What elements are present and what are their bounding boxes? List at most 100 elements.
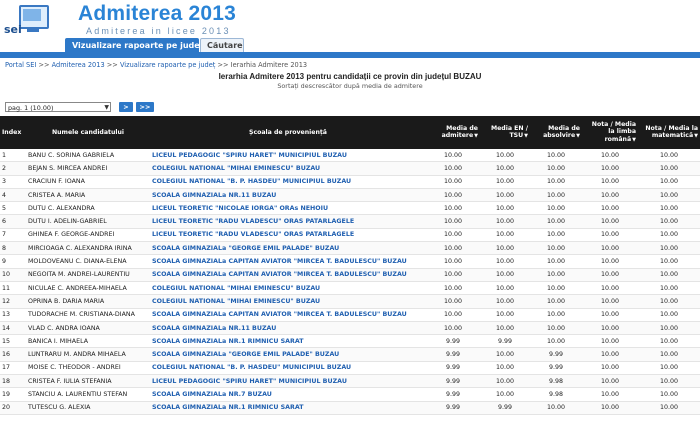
cell-nota-romana: 10.00 [582, 321, 638, 336]
cell-nota-mate: 10.00 [638, 321, 700, 336]
cell-index: 7 [0, 228, 26, 243]
cell-media-en: 10.00 [480, 161, 530, 176]
cell-school-link[interactable]: LICEUL PEDAGOGIC "SPIRU HARET" MUNICIPIU… [150, 149, 426, 163]
col-school-header: Școala de proveniență [248, 128, 327, 136]
breadcrumb: Portal SEI >> Admiterea 2013 >> Vizualiz… [5, 61, 307, 69]
cell-school-link[interactable]: SCOALA GIMNAZIALa NR.11 BUZAU [150, 321, 426, 336]
cell-school-link[interactable]: COLEGIUL NATIONAL "MIHAI EMINESCU" BUZAU [150, 161, 426, 176]
cell-media-en: 10.00 [480, 374, 530, 389]
cell-nota-romana: 10.00 [582, 149, 638, 163]
cell-school-link[interactable]: COLEGIUL NATIONAL "MIHAI EMINESCU" BUZAU [150, 281, 426, 296]
cell-name: TUTESCU G. ALEXIA [26, 401, 150, 415]
cell-media-admitere: 9.99 [426, 361, 480, 376]
cell-nota-mate: 10.00 [638, 254, 700, 269]
cell-media-absolvire: 10.00 [530, 281, 582, 296]
chevron-down-icon: ▼ [104, 104, 109, 111]
sort-down-icon: ▼ [576, 133, 580, 139]
cell-index: 14 [0, 321, 26, 336]
cell-nota-mate: 10.00 [638, 374, 700, 389]
col-media-admitere-header[interactable]: Media de admitere▼ [426, 116, 480, 149]
cell-media-admitere: 10.00 [426, 268, 480, 282]
table-header-row: Index Numele candidatului Școala de prov… [0, 116, 700, 149]
cell-nota-romana: 10.00 [582, 347, 638, 362]
breadcrumb-portal-sei[interactable]: Portal SEI [5, 61, 36, 69]
cell-school-link[interactable]: SCOALA GIMNAZIALa "GEORGE EMIL PALADE" B… [150, 241, 426, 256]
cell-media-absolvire: 10.00 [530, 254, 582, 269]
col-nota-romana-header[interactable]: Nota / Media la limba română▼ [582, 116, 638, 149]
cell-school-link[interactable]: SCOALA GIMNAZIALa "GEORGE EMIL PALADE" B… [150, 347, 426, 362]
cell-media-en: 10.00 [480, 149, 530, 163]
cell-school-link[interactable]: SCOALA GIMNAZIALa NR.7 BUZAU [150, 387, 426, 402]
breadcrumb-admiterea[interactable]: Admiterea 2013 [52, 61, 105, 69]
cell-school-link[interactable]: LICEUL TEORETIC "NICOLAE IORGA" ORAs NEH… [150, 201, 426, 216]
next-page-button[interactable]: > [119, 102, 133, 112]
site-title: Admiterea 2013 [78, 2, 237, 25]
table-row: 19 STANCIU A. LAURENTIU STEFAN SCOALA GIMN… [0, 387, 700, 402]
col-media-absolvire-header[interactable]: Media de absolvire▼ [530, 116, 582, 149]
cell-school-link[interactable]: SCOALA GIMNAZIALa NR.11 BUZAU [150, 188, 426, 203]
cell-media-en: 10.00 [480, 281, 530, 296]
cell-name: CRISTEA A. MARIA [26, 188, 150, 203]
col-media-admitere-label: Media de admitere [441, 124, 478, 139]
cell-school-link[interactable]: COLEGIUL NATIONAL "B. P. HASDEU" MUNICIP… [150, 175, 426, 189]
table-row: 17 MOISE C. THEODOR - ANDREI COLEGIUL NATI… [0, 361, 700, 376]
cell-index: 2 [0, 161, 26, 176]
cell-name: MOLDOVEANU C. DIANA-ELENA [26, 254, 150, 269]
cell-media-en: 9.99 [480, 401, 530, 415]
cell-index: 18 [0, 374, 26, 389]
cell-school-link[interactable]: COLEGIUL NATIONAL "MIHAI EMINESCU" BUZAU [150, 294, 426, 309]
cell-index: 12 [0, 294, 26, 309]
cell-name: NICULAE C. ANDREEA-MIHAELA [26, 281, 150, 296]
col-nota-mate-header[interactable]: Nota / Media la matematică▼ [638, 116, 700, 149]
cell-name: CRISTEA F. IULIA STEFANIA [26, 374, 150, 389]
cell-school-link[interactable]: LICEUL TEORETIC "RADU VLADESCU" ORAS PAT… [150, 228, 426, 243]
nav-strip [0, 52, 700, 58]
col-nota-mate-label: Nota / Media la matematică [645, 124, 698, 139]
sort-down-icon: ▼ [524, 133, 528, 139]
col-media-en-header[interactable]: Media EN / TSU▼ [480, 116, 530, 149]
cell-index: 3 [0, 175, 26, 189]
cell-school-link[interactable]: LICEUL TEORETIC "RADU VLADESCU" ORAS PAT… [150, 214, 426, 229]
cell-nota-romana: 10.00 [582, 188, 638, 203]
cell-nota-mate: 10.00 [638, 308, 700, 322]
cell-nota-romana: 10.00 [582, 401, 638, 415]
cell-school-link[interactable]: SCOALA GIMNAZIALa CAPITAN AVIATOR "MIRCE… [150, 254, 426, 269]
cell-name: CRACIUN F. IOANA [26, 175, 150, 189]
cell-media-absolvire: 10.00 [530, 188, 582, 203]
cell-media-admitere: 10.00 [426, 321, 480, 336]
table-row: 11 NICULAE C. ANDREEA-MIHAELA COLEGIUL NAT… [0, 281, 700, 296]
cell-media-admitere: 10.00 [426, 228, 480, 243]
sei-logo[interactable]: sei [3, 3, 49, 45]
tab-vizualizare-rapoarte[interactable]: Vizualizare rapoarte pe județ [65, 38, 204, 52]
cell-media-absolvire: 9.98 [530, 374, 582, 389]
cell-index: 4 [0, 188, 26, 203]
cell-media-absolvire: 9.99 [530, 361, 582, 376]
col-index-header: Index [2, 128, 22, 136]
cell-name: BANU C. SORINA GABRIELA [26, 149, 150, 163]
cell-media-absolvire: 10.00 [530, 308, 582, 322]
cell-school-link[interactable]: SCOALA GIMNAZIALa NR.1 RIMNICU SARAT [150, 401, 426, 415]
table-row: 16 LUNTRARU M. ANDRA MIHAELA SCOALA GIMNAZ… [0, 347, 700, 362]
tab-cautare[interactable]: Căutare [200, 38, 244, 52]
page-select[interactable]: pag. 1 (10.00) ▼ [5, 102, 111, 112]
cell-name: BEJAN S. MIRCEA ANDREI [26, 161, 150, 176]
cell-media-admitere: 10.00 [426, 188, 480, 203]
logo-text: sei [4, 23, 22, 36]
cell-nota-mate: 10.00 [638, 334, 700, 349]
cell-nota-mate: 10.00 [638, 241, 700, 256]
cell-school-link[interactable]: SCOALA GIMNAZIALa NR.1 RIMNICU SARAT [150, 334, 426, 349]
last-page-button[interactable]: >> [136, 102, 154, 112]
cell-nota-romana: 10.00 [582, 161, 638, 176]
cell-school-link[interactable]: SCOALA GIMNAZIALa CAPITAN AVIATOR "MIRCE… [150, 308, 426, 322]
cell-school-link[interactable]: COLEGIUL NATIONAL "B. P. HASDEU" MUNICIP… [150, 361, 426, 376]
cell-name: VLAD C. ANDRA IOANA [26, 321, 150, 336]
cell-school-link[interactable]: SCOALA GIMNAZIALa CAPITAN AVIATOR "MIRCE… [150, 268, 426, 282]
table-row: 9 MOLDOVEANU C. DIANA-ELENA SCOALA GIMNAZI… [0, 254, 700, 269]
breadcrumb-separator: >> [217, 61, 229, 69]
table-row: 20 TUTESCU G. ALEXIA SCOALA GIMNAZIALa NR.… [0, 401, 700, 415]
cell-name: BANICA I. MIHAELA [26, 334, 150, 349]
breadcrumb-vizualizare[interactable]: Vizualizare rapoarte pe județ [120, 61, 215, 69]
cell-nota-romana: 10.00 [582, 201, 638, 216]
cell-nota-romana: 10.00 [582, 281, 638, 296]
cell-school-link[interactable]: LICEUL PEDAGOGIC "SPIRU HARET" MUNICIPIU… [150, 374, 426, 389]
